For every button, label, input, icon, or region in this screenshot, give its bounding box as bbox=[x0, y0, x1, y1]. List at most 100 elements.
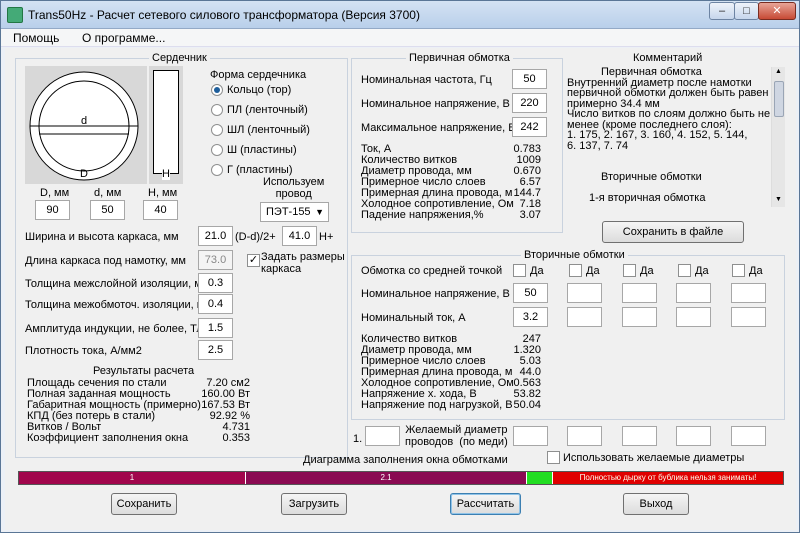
mid-point-checkbox-1[interactable] bbox=[569, 264, 582, 277]
result-label: Коэффициент заполнения окна bbox=[27, 432, 189, 444]
desired-num: 1. bbox=[353, 433, 363, 445]
app-icon bbox=[7, 7, 23, 23]
core-radio-4[interactable] bbox=[211, 164, 223, 176]
set-frame-checkbox[interactable]: ✓ bbox=[247, 254, 260, 267]
title-bar[interactable]: Trans50Hz - Расчет сетевого силового тра… bbox=[1, 1, 799, 29]
save-button[interactable]: Сохранить bbox=[111, 493, 177, 515]
d-input[interactable]: 50 bbox=[90, 200, 125, 220]
secondary-cur-input-3[interactable] bbox=[676, 307, 711, 327]
frame-formula-tail: H+ bbox=[319, 231, 334, 243]
scroll-down-icon[interactable]: ▼ bbox=[775, 196, 782, 203]
menu-about[interactable]: О программе... bbox=[82, 31, 165, 45]
insul1-label: Толщина межслойной изоляции, мм bbox=[25, 278, 210, 290]
insul1-input[interactable]: 0.3 bbox=[198, 273, 233, 293]
comment-title: Комментарий bbox=[630, 52, 706, 64]
core-drawing: d D bbox=[25, 66, 147, 184]
comment-text: Первичная обмотка Внутренний диаметр посл… bbox=[567, 66, 770, 216]
mid-point-yes-label: Да bbox=[586, 265, 600, 277]
maximize-button[interactable]: □ bbox=[734, 2, 759, 20]
secondary-cur-input-0[interactable]: 3.2 bbox=[513, 307, 548, 327]
current-density-input[interactable]: 2.5 bbox=[198, 340, 233, 360]
wire-value: ПЭТ-155 bbox=[266, 206, 311, 218]
desired-diam-input-2[interactable] bbox=[513, 426, 548, 446]
calculate-button[interactable]: Рассчитать bbox=[450, 493, 521, 515]
scroll-thumb[interactable] bbox=[774, 81, 784, 117]
primary-title: Первичная обмотка bbox=[406, 52, 513, 64]
save-file-button[interactable]: Сохранить в файле bbox=[602, 221, 744, 243]
mid-point-yes-label: Да bbox=[695, 265, 709, 277]
mid-point-yes-label: Да bbox=[749, 265, 763, 277]
scroll-up-icon[interactable]: ▲ bbox=[775, 68, 782, 75]
mid-point-checkbox-3[interactable] bbox=[678, 264, 691, 277]
fill-bar-primary: 1 bbox=[19, 472, 245, 484]
core-radio-label-1: ПЛ (ленточный) bbox=[227, 104, 308, 116]
h-big-label: H bbox=[162, 168, 170, 180]
d-big-label: D bbox=[80, 168, 88, 180]
core-title: Сердечник bbox=[149, 52, 210, 64]
secondary-row-value: 50.04 bbox=[513, 399, 541, 411]
desired-diam-input-4[interactable] bbox=[622, 426, 657, 446]
mid-point-checkbox-0[interactable] bbox=[513, 264, 526, 277]
desired-diam-input-6[interactable] bbox=[731, 426, 766, 446]
desired-label: Желаемый диаметр проводов (по меди) bbox=[405, 424, 508, 448]
primary-volt-input[interactable]: 220 bbox=[512, 93, 547, 113]
use-desired-label: Использовать желаемые диаметры bbox=[563, 452, 745, 464]
frame-len-label: Длина каркаса под намотку, мм bbox=[25, 255, 186, 267]
primary-vmax-input[interactable]: 242 bbox=[512, 117, 547, 137]
core-side-drawing: H bbox=[149, 66, 183, 184]
comment-scrollbar[interactable]: ▲ ▼ bbox=[771, 67, 785, 207]
app-window: Trans50Hz - Расчет сетевого силового тра… bbox=[0, 0, 800, 533]
fill-bar-secondary: 2.1 bbox=[246, 472, 526, 484]
desired-diam-input-5[interactable] bbox=[676, 426, 711, 446]
core-radio-label-0: Кольцо (тор) bbox=[227, 84, 292, 96]
primary-freq-label: Номинальная частота, Гц bbox=[361, 74, 492, 86]
comment-line: Вторичные обмотки bbox=[601, 171, 702, 183]
menu-help[interactable]: Помощь bbox=[13, 31, 59, 45]
frame-width-input[interactable]: 21.0 bbox=[198, 226, 233, 246]
mid-point-checkbox-4[interactable] bbox=[732, 264, 745, 277]
secondary-volt-input-4[interactable] bbox=[731, 283, 766, 303]
secondary-volt-input-3[interactable] bbox=[676, 283, 711, 303]
close-button[interactable]: ✕ bbox=[758, 2, 796, 20]
secondary-volt-input-2[interactable] bbox=[622, 283, 657, 303]
wire-select[interactable]: ПЭТ-155 ▼ bbox=[260, 202, 329, 222]
H-input[interactable]: 40 bbox=[143, 200, 178, 220]
core-radio-label-4: Г (пластины) bbox=[227, 164, 293, 176]
frame-formula: (D-d)/2+ bbox=[235, 231, 276, 243]
frame-len-input[interactable]: 73.0 bbox=[198, 250, 233, 270]
secondary-cur-input-4[interactable] bbox=[731, 307, 766, 327]
secondary-cur-input-2[interactable] bbox=[622, 307, 657, 327]
secondary-mid-label: Обмотка со средней точкой bbox=[361, 265, 503, 277]
primary-freq-input[interactable]: 50 bbox=[512, 69, 547, 89]
H-label: H, мм bbox=[148, 187, 178, 199]
secondary-volt-input-0[interactable]: 50 bbox=[513, 283, 548, 303]
use-desired-checkbox[interactable] bbox=[547, 451, 560, 464]
load-button[interactable]: Загрузить bbox=[281, 493, 347, 515]
primary-volt-label: Номинальное напряжение, В bbox=[361, 98, 510, 110]
desired-diam-input-3[interactable] bbox=[567, 426, 602, 446]
induction-input[interactable]: 1.5 bbox=[198, 318, 233, 338]
desired-diam-input-1[interactable] bbox=[365, 426, 400, 446]
core-radio-2[interactable] bbox=[211, 124, 223, 136]
secondary-volt-input-1[interactable] bbox=[567, 283, 602, 303]
minimize-button[interactable]: – bbox=[709, 2, 735, 20]
fill-chart-title: Диаграмма заполнения окна обмотками bbox=[303, 454, 508, 466]
core-radio-1[interactable] bbox=[211, 104, 223, 116]
d-small-label: d bbox=[81, 115, 88, 127]
mid-point-checkbox-2[interactable] bbox=[623, 264, 636, 277]
exit-button[interactable]: Выход bbox=[623, 493, 689, 515]
secondary-title: Вторичные обмотки bbox=[521, 249, 628, 261]
secondary-cur-input-1[interactable] bbox=[567, 307, 602, 327]
core-radio-3[interactable] bbox=[211, 144, 223, 156]
D-input[interactable]: 90 bbox=[35, 200, 70, 220]
menu-bar: Помощь О программе... bbox=[1, 29, 799, 47]
core-radio-0[interactable] bbox=[211, 84, 223, 96]
frame-height-input[interactable]: 41.0 bbox=[282, 226, 317, 246]
result-value: 0.353 bbox=[222, 432, 250, 444]
insul2-label: Толщина межобмоточ. изоляции, мм bbox=[25, 299, 212, 311]
secondary-volt-label: Номинальное напряжение, В bbox=[361, 288, 510, 300]
set-frame-label: Задать размеры каркаса bbox=[261, 251, 345, 275]
window-title: Trans50Hz - Расчет сетевого силового тра… bbox=[28, 8, 420, 22]
insul2-input[interactable]: 0.4 bbox=[198, 294, 233, 314]
mid-point-yes-label: Да bbox=[640, 265, 654, 277]
